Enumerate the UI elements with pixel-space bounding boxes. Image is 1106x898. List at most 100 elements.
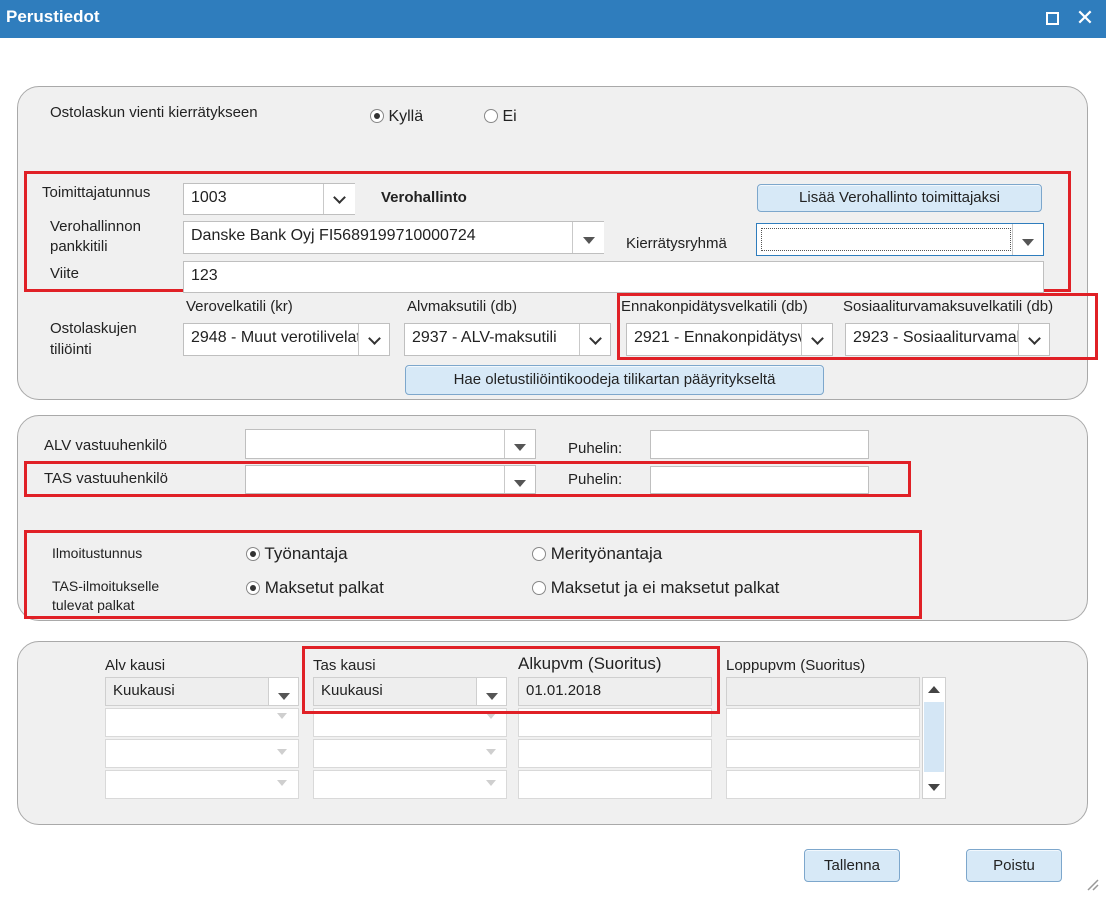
dropdown-arrow-icon — [277, 713, 287, 719]
tas-period-cell[interactable] — [313, 739, 507, 768]
end-date-cell[interactable] — [726, 708, 920, 737]
chevron-down-icon — [367, 332, 381, 345]
maximize-icon[interactable] — [1040, 6, 1064, 30]
verovelka-dropdown[interactable] — [358, 324, 389, 355]
dropdown-arrow-icon — [277, 749, 287, 755]
dropdown-arrow-icon — [486, 780, 496, 786]
fetch-defaults-button[interactable]: Hae oletustiliöintikoodeja tilikartan pä… — [405, 365, 824, 395]
end-date-cell[interactable] — [726, 770, 920, 799]
bank-account-dropdown[interactable] — [572, 222, 604, 253]
exit-button[interactable]: Poistu — [966, 849, 1062, 882]
radio-employer-icon[interactable] — [246, 547, 260, 561]
wages-option-paid[interactable]: Maksetut palkat — [246, 578, 384, 598]
dropdown-arrow-icon — [277, 693, 290, 700]
window-title: Perustiedot — [6, 7, 100, 26]
bank-account-select[interactable]: Danske Bank Oyj FI5689199710000724 — [183, 221, 604, 254]
alv-phone-label: Puhelin: — [568, 440, 623, 457]
group-dropdown[interactable] — [1012, 224, 1043, 255]
reference-value: 123 — [191, 267, 218, 284]
save-button[interactable]: Tallenna — [804, 849, 900, 882]
dropdown-arrow-icon — [486, 749, 496, 755]
chevron-down-icon — [1027, 332, 1041, 345]
scroll-up-icon[interactable] — [928, 686, 940, 693]
resize-grip-icon[interactable] — [1085, 877, 1099, 891]
alv-contact-select[interactable] — [245, 429, 536, 459]
alv-contact-label: ALV vastuuhenkilö — [44, 437, 168, 454]
bank-label-1: Verohallinnon — [50, 218, 141, 235]
header-alv-period: Alv kausi — [105, 657, 166, 674]
highlight-periods — [302, 646, 720, 714]
radio-yes-icon[interactable] — [370, 109, 384, 123]
alv-period-cell[interactable] — [105, 739, 299, 768]
alv-account-dropdown[interactable] — [579, 324, 610, 355]
notice-id-label: Ilmoitustunnus — [52, 545, 143, 561]
export-option-no-label: Ei — [502, 108, 517, 125]
ennakko-label: Ennakonpidätysvelkatili (db) — [621, 298, 808, 315]
supplier-name: Verohallinto — [381, 189, 467, 206]
tas-phone-label: Puhelin: — [568, 471, 623, 488]
title-bar: Perustiedot ✕ — [0, 0, 1106, 38]
tas-contact-select[interactable] — [245, 465, 536, 494]
tas-contact-dropdown[interactable] — [504, 466, 535, 493]
notice-id-option-employer-label: Työnantaja — [264, 544, 348, 563]
wages-label-2: tulevat palkat — [52, 597, 135, 613]
alv-phone-input[interactable] — [650, 430, 869, 459]
alv-account-value: 2937 - ALV-maksutili — [412, 329, 557, 346]
supplier-id-dropdown[interactable] — [323, 184, 355, 214]
sosiaali-dropdown[interactable] — [1018, 324, 1049, 355]
close-icon[interactable]: ✕ — [1073, 6, 1097, 30]
supplier-id-value: 1003 — [191, 189, 227, 206]
reference-input[interactable]: 123 — [183, 261, 1044, 293]
tas-phone-input[interactable] — [650, 466, 869, 494]
radio-maritime-icon[interactable] — [532, 547, 546, 561]
start-date-cell[interactable] — [518, 739, 712, 768]
radio-paid-icon[interactable] — [246, 581, 260, 595]
chevron-down-icon — [588, 332, 602, 345]
add-supplier-button[interactable]: Lisää Verohallinto toimittajaksi — [757, 184, 1042, 212]
alv-period-dropdown[interactable] — [268, 678, 298, 705]
alv-account-label: Alvmaksutili (db) — [407, 298, 518, 315]
alv-period-cell[interactable] — [105, 770, 299, 799]
chevron-down-icon — [333, 191, 346, 204]
accounts-label-1: Ostolaskujen — [50, 320, 137, 337]
export-option-no[interactable]: Ei — [484, 108, 517, 126]
wages-option-paid-unpaid-label: Maksetut ja ei maksetut palkat — [550, 578, 780, 597]
end-date-cell[interactable] — [726, 739, 920, 768]
wages-option-paid-unpaid[interactable]: Maksetut ja ei maksetut palkat — [532, 578, 779, 598]
dropdown-arrow-icon — [1022, 239, 1034, 246]
alv-period-cell[interactable] — [105, 708, 299, 737]
scroll-down-icon[interactable] — [928, 784, 940, 791]
alv-period-value: Kuukausi — [113, 682, 175, 699]
export-label: Ostolaskun vienti kierrätykseen — [50, 104, 258, 121]
highlight-notice — [24, 530, 922, 619]
export-option-yes[interactable]: Kyllä — [370, 108, 423, 126]
export-option-yes-label: Kyllä — [388, 108, 424, 125]
dropdown-arrow-icon — [582, 237, 595, 244]
tas-contact-label: TAS vastuuhenkilö — [44, 470, 168, 487]
group-label: Kierrätysryhmä — [626, 235, 727, 252]
start-date-cell[interactable] — [518, 770, 712, 799]
dropdown-arrow-icon — [514, 444, 526, 451]
end-date-cell[interactable] — [726, 677, 920, 706]
bank-account-value: Danske Bank Oyj FI5689199710000724 — [191, 227, 476, 244]
group-focus-dots — [761, 228, 1011, 251]
radio-no-icon[interactable] — [484, 109, 498, 123]
alv-contact-dropdown[interactable] — [504, 430, 535, 458]
verovelka-label: Verovelkatili (kr) — [186, 298, 293, 315]
dropdown-arrow-icon — [514, 480, 526, 487]
wages-option-paid-label: Maksetut palkat — [264, 578, 384, 597]
radio-paid-unpaid-icon[interactable] — [532, 581, 546, 595]
reference-label: Viite — [50, 265, 79, 282]
ennakko-dropdown[interactable] — [801, 324, 832, 355]
accounts-label-2: tiliöinti — [50, 341, 92, 358]
verovelka-value: 2948 - Muut verotilivelat — [191, 329, 361, 346]
chevron-down-icon — [810, 332, 824, 345]
header-end-date: Loppupvm (Suoritus) — [726, 657, 866, 674]
tas-period-cell[interactable] — [313, 770, 507, 799]
notice-id-option-maritime[interactable]: Merityönantaja — [532, 544, 662, 564]
sosiaali-label: Sosiaaliturvamaksuvelkatili (db) — [843, 298, 1054, 315]
dropdown-arrow-icon — [277, 780, 287, 786]
periods-scrollbar[interactable] — [922, 677, 946, 799]
scrollbar-thumb[interactable] — [924, 702, 944, 772]
notice-id-option-employer[interactable]: Työnantaja — [246, 544, 348, 564]
